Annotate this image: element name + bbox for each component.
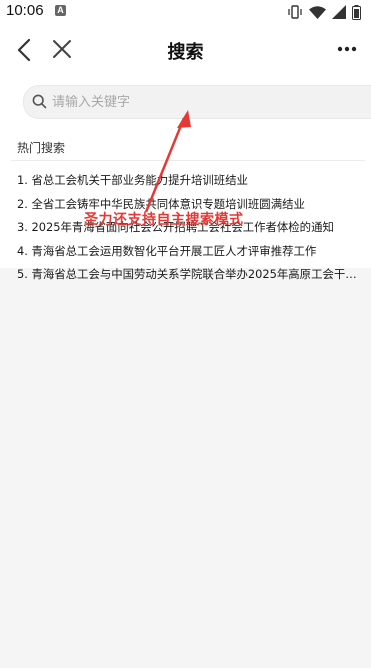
hot-search-item[interactable]: 5. 青海省总工会与中国劳动关系学院联合举办2025年高原工会干部培训班	[17, 266, 362, 290]
signal-icon	[332, 5, 346, 19]
hot-search-list: 1. 省总工会机关干部业务能力提升培训班结业 2. 全省工会铸牢中华民族共同体意…	[17, 172, 362, 290]
nav-header: 搜索	[0, 24, 371, 76]
annotation-text: 圣力还支持自主搜索模式	[84, 212, 244, 228]
status-time: 10:06	[6, 2, 44, 19]
more-dots-icon[interactable]	[337, 44, 357, 54]
battery-icon	[352, 4, 361, 20]
notification-app-icon: A	[55, 5, 66, 16]
search-input[interactable]	[52, 86, 352, 118]
search-box[interactable]	[23, 85, 371, 119]
hot-search-section: 热门搜索 1. 省总工会机关干部业务能力提升培训班结业 2. 全省工会铸牢中华民…	[0, 130, 371, 281]
page-title: 搜索	[167, 42, 204, 63]
hot-search-item[interactable]: 1. 省总工会机关干部业务能力提升培训班结业	[17, 172, 362, 196]
divider	[11, 160, 365, 161]
search-icon	[32, 94, 47, 109]
status-bar: 10:06 A	[0, 0, 371, 24]
vibrate-icon	[288, 5, 302, 19]
search-area	[0, 76, 371, 130]
status-icons	[287, 3, 361, 21]
hot-search-title: 热门搜索	[17, 141, 66, 155]
hot-search-item[interactable]: 4. 青海省总工会运用数智化平台开展工匠人才评审推荐工作	[17, 243, 362, 267]
wifi-icon	[309, 5, 326, 19]
